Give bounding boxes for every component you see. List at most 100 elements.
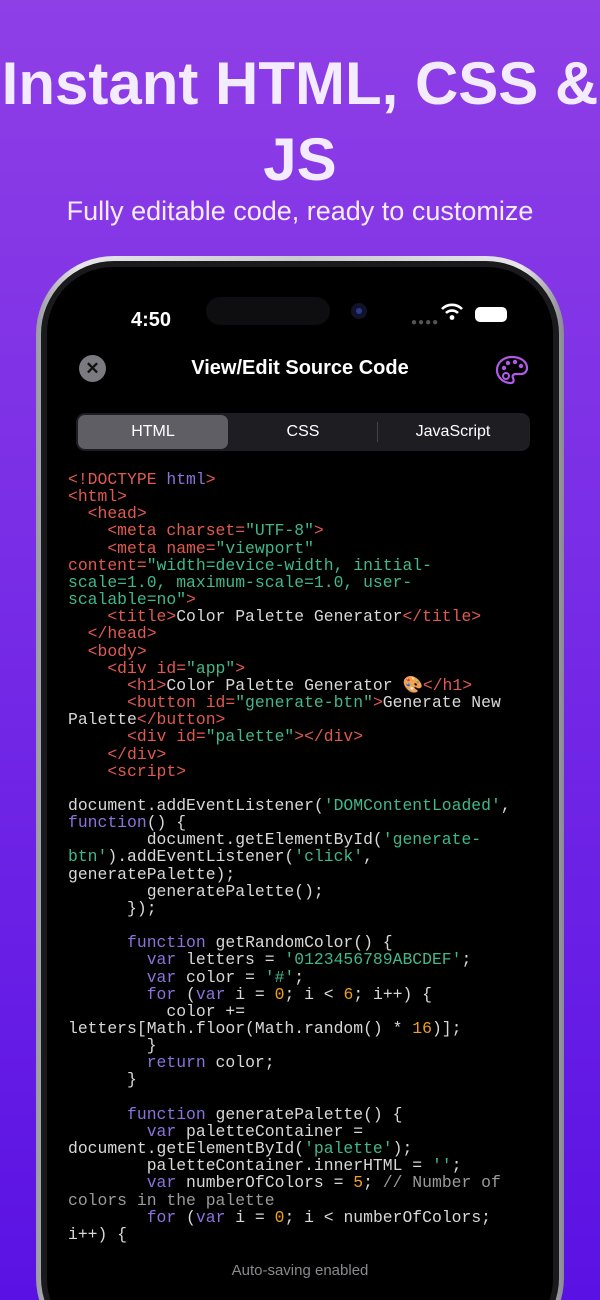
code-token: "viewport" (215, 538, 314, 558)
battery-icon (475, 307, 507, 322)
code-token: > (205, 470, 216, 489)
status-time: 4:50 (131, 309, 172, 331)
code-token: </div> (68, 744, 167, 764)
code-token: color = (176, 967, 265, 987)
code-token: Color Palette Generator (176, 607, 403, 627)
code-line: } (68, 1037, 538, 1054)
code-token: color += (68, 1001, 246, 1021)
language-segmented-control: HTML CSS JavaScript (76, 413, 530, 451)
code-token: numberOfColors = (176, 1173, 354, 1193)
code-token: ; (294, 967, 305, 987)
code-line: }); (68, 900, 538, 917)
code-token: > (235, 658, 246, 678)
code-token: var (68, 950, 177, 970)
code-token: function (68, 813, 147, 833)
code-token: paletteContainer.innerHTML = (68, 1156, 432, 1176)
code-line: paletteContainer.innerHTML = ''; (68, 1157, 538, 1174)
code-line: for (var i = 0; i < 6; i++) { (68, 986, 538, 1003)
code-token: <button id= (68, 693, 236, 713)
code-token: // Number of (382, 1173, 501, 1193)
code-token: Color Palette Generator 🎨 (166, 675, 423, 695)
code-line: content="width=device-width, initial- (68, 557, 538, 574)
code-token: </button> (136, 710, 226, 730)
code-token: "palette" (205, 727, 295, 747)
code-token: ></div> (294, 727, 364, 747)
code-token: document.addEventListener( (68, 795, 324, 815)
code-line: <body> (68, 641, 538, 661)
code-line: scale=1.0, maximum-scale=1.0, user- (68, 574, 538, 591)
code-token: ; i++) { (353, 984, 433, 1004)
code-token: <meta charset= (68, 521, 246, 541)
code-token: <title> (68, 607, 177, 627)
code-token: '' (431, 1156, 452, 1176)
code-line: <html> (68, 488, 538, 505)
code-token: ( (176, 1207, 196, 1227)
code-editor[interactable]: <!DOCTYPE html> <html> <head> <meta chars… (68, 471, 538, 1243)
code-token: ; (451, 1156, 462, 1176)
code-token: for (68, 984, 177, 1004)
code-token: letters[Math.floor(Math.random() * (68, 1019, 413, 1038)
code-token: i++) { (68, 1224, 128, 1244)
code-token: ; i < numberOfColors; (284, 1207, 491, 1227)
code-token: ; i < (284, 984, 344, 1004)
code-token: 0 (274, 1207, 285, 1227)
tab-javascript[interactable]: JavaScript (378, 415, 528, 449)
code-token: Palette (68, 710, 137, 730)
dynamic-island (206, 297, 330, 325)
code-token: '0123456789ABCDEF' (284, 950, 462, 970)
code-token: <html> (68, 487, 128, 507)
wifi-icon (441, 303, 463, 320)
code-line: var letters = '0123456789ABCDEF'; (68, 951, 538, 968)
code-line: return color; (68, 1054, 538, 1071)
code-token: 16 (412, 1019, 432, 1038)
code-line: i++) { (68, 1226, 538, 1243)
phone-frame: 4:50 ●●●● ✕ View/Edit Source Code HTML C… (36, 256, 564, 1300)
code-line: colors in the palette (68, 1191, 538, 1209)
signal-icon: ●●●● (411, 317, 440, 328)
code-token: </head> (68, 624, 157, 644)
code-token: scalable=no" (68, 590, 187, 610)
code-token: var (68, 1173, 177, 1193)
code-token: var (68, 1121, 177, 1141)
code-token: )]; (431, 1019, 462, 1038)
code-token: function (68, 933, 206, 953)
code-line: <meta charset="UTF-8"> (68, 522, 538, 539)
code-line: var color = '#'; (68, 967, 538, 987)
code-line: <button id="generate-btn">Generate New (68, 694, 538, 711)
code-line: <meta name="viewport" (68, 540, 538, 557)
code-token: ; (363, 1173, 383, 1193)
code-line: generatePalette(); (68, 883, 538, 900)
segment-divider (377, 422, 378, 442)
code-line: <div id="app"> (68, 660, 538, 677)
code-token: ( (176, 984, 196, 1004)
tab-html[interactable]: HTML (78, 415, 228, 449)
code-token: 'palette' (304, 1139, 393, 1159)
subheadline: Fully editable code, ready to customize (66, 196, 534, 226)
code-token: scale=1.0, maximum-scale=1.0, user- (68, 572, 413, 592)
code-token: "generate-btn" (235, 693, 373, 713)
code-token: <script> (68, 761, 187, 781)
code-line: for (var i = 0; i < numberOfColors; (68, 1209, 538, 1226)
code-token: 'DOMContentLoaded' (323, 795, 501, 815)
code-line: letters[Math.floor(Math.random() * 16)]; (68, 1020, 538, 1037)
code-line: document.addEventListener('DOMContentLoa… (68, 797, 538, 814)
tab-css[interactable]: CSS (228, 415, 378, 449)
code-token: }); (68, 898, 157, 918)
code-token: generatePalette() { (205, 1104, 403, 1124)
code-token: () { (146, 813, 187, 833)
code-token: <h1> (68, 675, 167, 695)
code-token: '#' (264, 967, 295, 987)
code-token: document.getElementById( (68, 830, 383, 850)
code-token: > (186, 590, 196, 610)
code-line: scalable=no"> (68, 591, 538, 608)
code-token: 'click' (294, 847, 364, 867)
code-token: <body> (68, 641, 147, 661)
code-token: i = (225, 984, 275, 1004)
code-line: <div id="palette"></div> (68, 728, 538, 745)
code-token: , (363, 847, 373, 867)
camera-icon (351, 303, 367, 319)
palette-icon[interactable] (495, 355, 529, 385)
code-line: <title>Color Palette Generator</title> (68, 608, 538, 625)
code-token: var (195, 1207, 226, 1227)
